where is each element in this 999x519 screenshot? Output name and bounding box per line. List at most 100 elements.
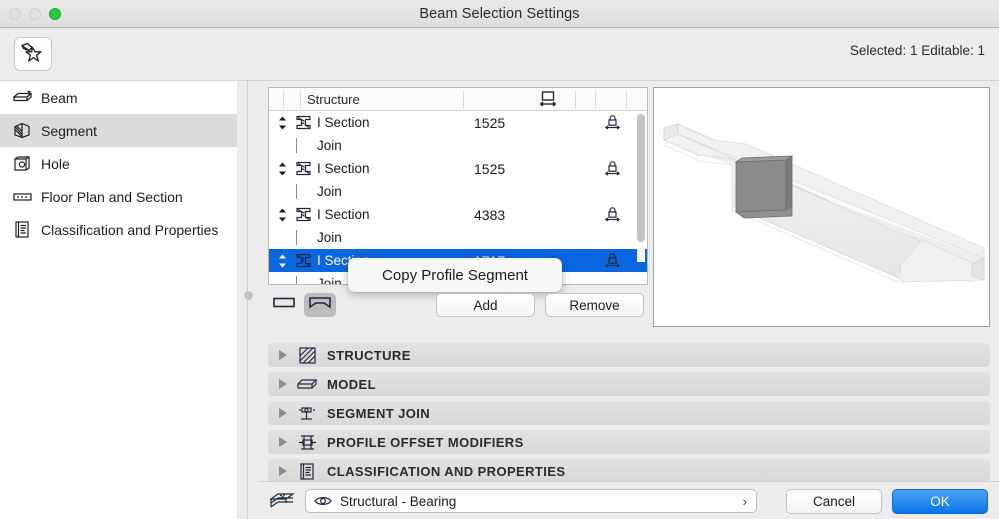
header-divider xyxy=(300,91,301,108)
segment-join-icon xyxy=(297,405,317,422)
i-section-icon xyxy=(292,253,314,268)
header-divider xyxy=(575,91,576,108)
header-divider xyxy=(283,91,284,108)
section-structure[interactable]: STRUCTURE xyxy=(268,343,990,367)
section-label: PROFILE OFFSET MODIFIERS xyxy=(327,435,524,450)
section-label: MODEL xyxy=(327,377,376,392)
context-menu-item-copy-profile-segment[interactable]: Copy Profile Segment xyxy=(382,267,528,284)
lock-horizontal-icon[interactable] xyxy=(603,160,622,180)
chevron-right-icon[interactable] xyxy=(279,408,287,418)
segment-icon xyxy=(12,121,32,141)
tree-connector xyxy=(296,230,297,245)
section-label: CLASSIFICATION AND PROPERTIES xyxy=(327,464,565,479)
reorder-grip-icon[interactable] xyxy=(272,254,292,268)
box-icon xyxy=(297,378,317,391)
floor-plan-icon xyxy=(12,187,32,207)
row-label: Join xyxy=(317,276,342,284)
row-value[interactable]: 1525 xyxy=(474,115,505,131)
sidebar-item-classification-and-properties[interactable]: Classification and Properties xyxy=(0,213,237,246)
row-label: I Section xyxy=(317,115,370,130)
list-scrollbar[interactable] xyxy=(637,114,645,262)
remove-button[interactable]: Remove xyxy=(545,293,644,317)
chevron-right-icon[interactable] xyxy=(279,350,287,360)
section-classification-and-properties[interactable]: CLASSIFICATION AND PROPERTIES xyxy=(268,459,990,483)
section-label: STRUCTURE xyxy=(327,348,411,363)
splitter-handle[interactable] xyxy=(244,291,253,300)
reorder-grip-icon[interactable] xyxy=(272,162,292,176)
selection-info: Selected: 1 Editable: 1 xyxy=(850,43,985,58)
header-divider xyxy=(595,91,596,108)
window-title: Beam Selection Settings xyxy=(0,6,999,22)
segment-shape-toggles xyxy=(268,293,336,317)
chevron-right-icon[interactable] xyxy=(279,466,287,476)
cancel-button[interactable]: Cancel xyxy=(786,489,882,514)
lock-horizontal-icon[interactable] xyxy=(603,252,622,272)
sidebar-item-label: Floor Plan and Section xyxy=(41,189,183,205)
sidebar-item-segment[interactable]: Segment xyxy=(0,114,237,147)
chevron-right-icon[interactable] xyxy=(279,379,287,389)
eye-icon[interactable] xyxy=(314,495,332,507)
layers-icon[interactable] xyxy=(269,492,295,516)
structure-list: Structure xyxy=(268,87,648,285)
row-value[interactable]: 1525 xyxy=(474,161,505,177)
reorder-grip-icon[interactable] xyxy=(272,208,292,222)
section-segment-join[interactable]: SEGMENT JOIN xyxy=(268,401,990,425)
sidebar-item-beam[interactable]: Beam xyxy=(0,81,237,114)
sidebar-item-floor-plan-and-section[interactable]: Floor Plan and Section xyxy=(0,180,237,213)
ok-button[interactable]: OK xyxy=(892,489,988,514)
chevron-right-icon[interactable] xyxy=(279,437,287,447)
row-label: Join xyxy=(317,230,342,245)
beam-selection-settings-window: Beam Selection Settings Selected: 1 Edit… xyxy=(0,0,999,519)
tapered-segment-icon xyxy=(309,296,331,314)
i-section-icon xyxy=(292,115,314,130)
table-row[interactable]: I Section 1525 xyxy=(269,157,647,180)
reorder-grip-icon[interactable] xyxy=(272,116,292,130)
row-value[interactable]: 4383 xyxy=(474,207,505,223)
table-row[interactable]: Join xyxy=(269,180,647,203)
row-label: I Section xyxy=(317,207,370,222)
tapered-segment-toggle[interactable] xyxy=(304,293,336,317)
footer-bar: Structural - Bearing › Cancel OK xyxy=(259,481,999,519)
column-header-structure[interactable]: Structure xyxy=(307,92,360,107)
section-profile-offset-modifiers[interactable]: PROFILE OFFSET MODIFIERS xyxy=(268,430,990,454)
layer-value: Structural - Bearing xyxy=(340,494,456,509)
tree-connector xyxy=(296,276,297,284)
favorites-button[interactable] xyxy=(14,37,52,71)
sidebar-item-label: Beam xyxy=(41,90,78,106)
table-row[interactable]: I Section 1525 xyxy=(269,111,647,134)
sidebar-item-hole[interactable]: Hole xyxy=(0,147,237,180)
titlebar: Beam Selection Settings xyxy=(0,0,999,28)
sidebar: Beam Segment Hole Floor P xyxy=(0,80,237,519)
hatch-icon xyxy=(297,347,317,364)
header-divider xyxy=(463,91,464,108)
i-section-icon xyxy=(292,161,314,176)
main-panel: Structure xyxy=(259,80,999,519)
row-label: I Section xyxy=(317,161,370,176)
section-model[interactable]: MODEL xyxy=(268,372,990,396)
tree-connector xyxy=(296,184,297,199)
list-scrollbar-thumb[interactable] xyxy=(637,114,645,242)
sidebar-item-label: Classification and Properties xyxy=(41,222,218,238)
accordion-sections: STRUCTURE MODEL SEGMENT JOIN xyxy=(268,343,990,488)
row-label: Join xyxy=(317,138,342,153)
sidebar-item-label: Hole xyxy=(41,156,70,172)
arrow-star-icon xyxy=(20,41,46,68)
row-label: Join xyxy=(317,184,342,199)
beam-3d-preview[interactable] xyxy=(653,87,990,327)
splitter-line xyxy=(247,81,248,519)
layer-selector[interactable]: Structural - Bearing › xyxy=(305,489,757,513)
lock-horizontal-icon[interactable] xyxy=(603,114,622,134)
uniform-segment-toggle[interactable] xyxy=(268,293,300,317)
panel-splitter[interactable] xyxy=(237,80,259,519)
lock-horizontal-icon[interactable] xyxy=(603,206,622,226)
table-row[interactable]: Join xyxy=(269,134,647,157)
chevron-right-icon[interactable]: › xyxy=(743,494,747,509)
add-button[interactable]: Add xyxy=(436,293,535,317)
structure-list-header: Structure xyxy=(269,88,647,111)
table-row[interactable]: Join xyxy=(269,226,647,249)
header-divider xyxy=(626,91,627,108)
i-section-icon xyxy=(292,207,314,222)
properties-icon xyxy=(12,220,32,240)
table-row[interactable]: I Section 4383 xyxy=(269,203,647,226)
hole-icon xyxy=(12,154,32,174)
